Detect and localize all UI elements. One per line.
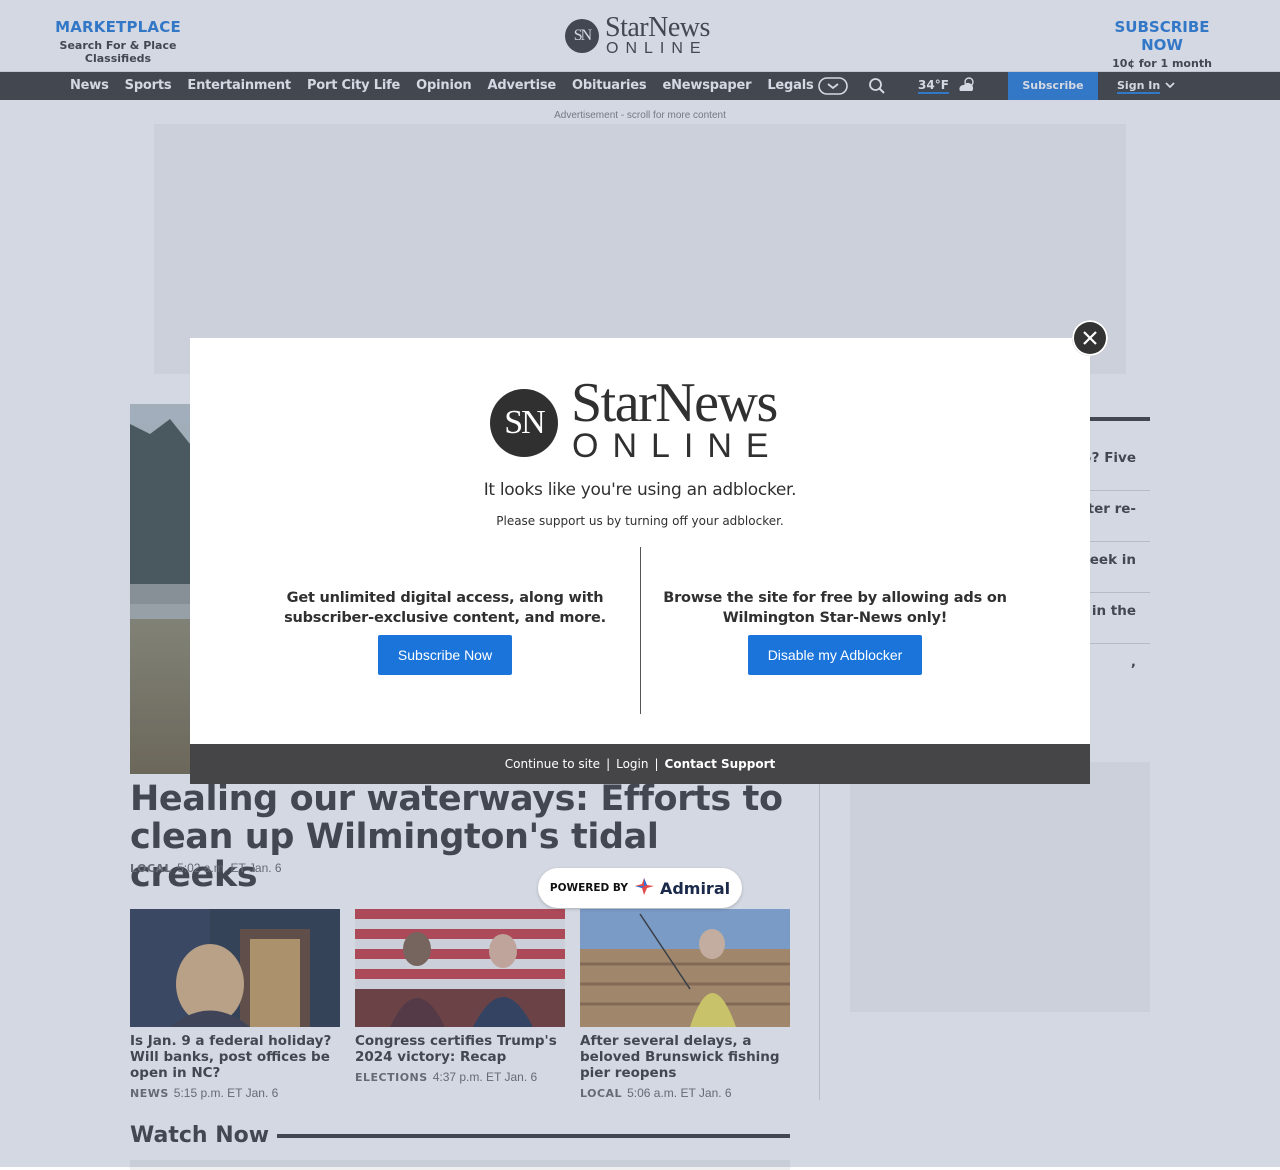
disable-adblocker-option: Browse the site for free by allowing ads…	[645, 588, 1025, 675]
modal-logo: SN StarNews ONLINE	[490, 372, 783, 465]
modal-divider	[640, 547, 641, 714]
subscribe-option: Get unlimited digital access, along with…	[255, 588, 635, 675]
powered-by-label: POWERED BY	[549, 882, 628, 894]
admiral-badge[interactable]: POWERED BY Admiral	[538, 868, 742, 908]
modal-logo-word-online: ONLINE	[572, 427, 783, 465]
continue-to-site-link[interactable]: Continue to site	[505, 757, 600, 771]
modal-logo-word-starnews: StarNews	[571, 372, 778, 434]
disable-adblocker-text: Browse the site for free by allowing ads…	[663, 590, 1007, 626]
contact-support-link[interactable]: Contact Support	[665, 757, 776, 771]
admiral-name: Admiral	[659, 878, 731, 898]
close-icon[interactable]	[1072, 320, 1108, 356]
adblock-modal: SN StarNews ONLINE It looks like you're …	[190, 338, 1090, 784]
modal-headline: It looks like you're using an adblocker.	[483, 480, 797, 500]
admiral-logo-icon	[634, 876, 654, 901]
subscribe-now-button[interactable]: Subscribe Now	[377, 635, 513, 675]
modal-footer: Continue to site | Login | Contact Suppo…	[190, 744, 1090, 784]
login-link[interactable]: Login	[616, 757, 648, 771]
modal-subheadline: Please support us by turning off your ad…	[496, 514, 784, 528]
disable-adblocker-button[interactable]: Disable my Adblocker	[747, 635, 923, 675]
subscribe-option-text: Get unlimited digital access, along with…	[284, 590, 606, 626]
modal-logo-monogram: SN	[490, 389, 558, 457]
